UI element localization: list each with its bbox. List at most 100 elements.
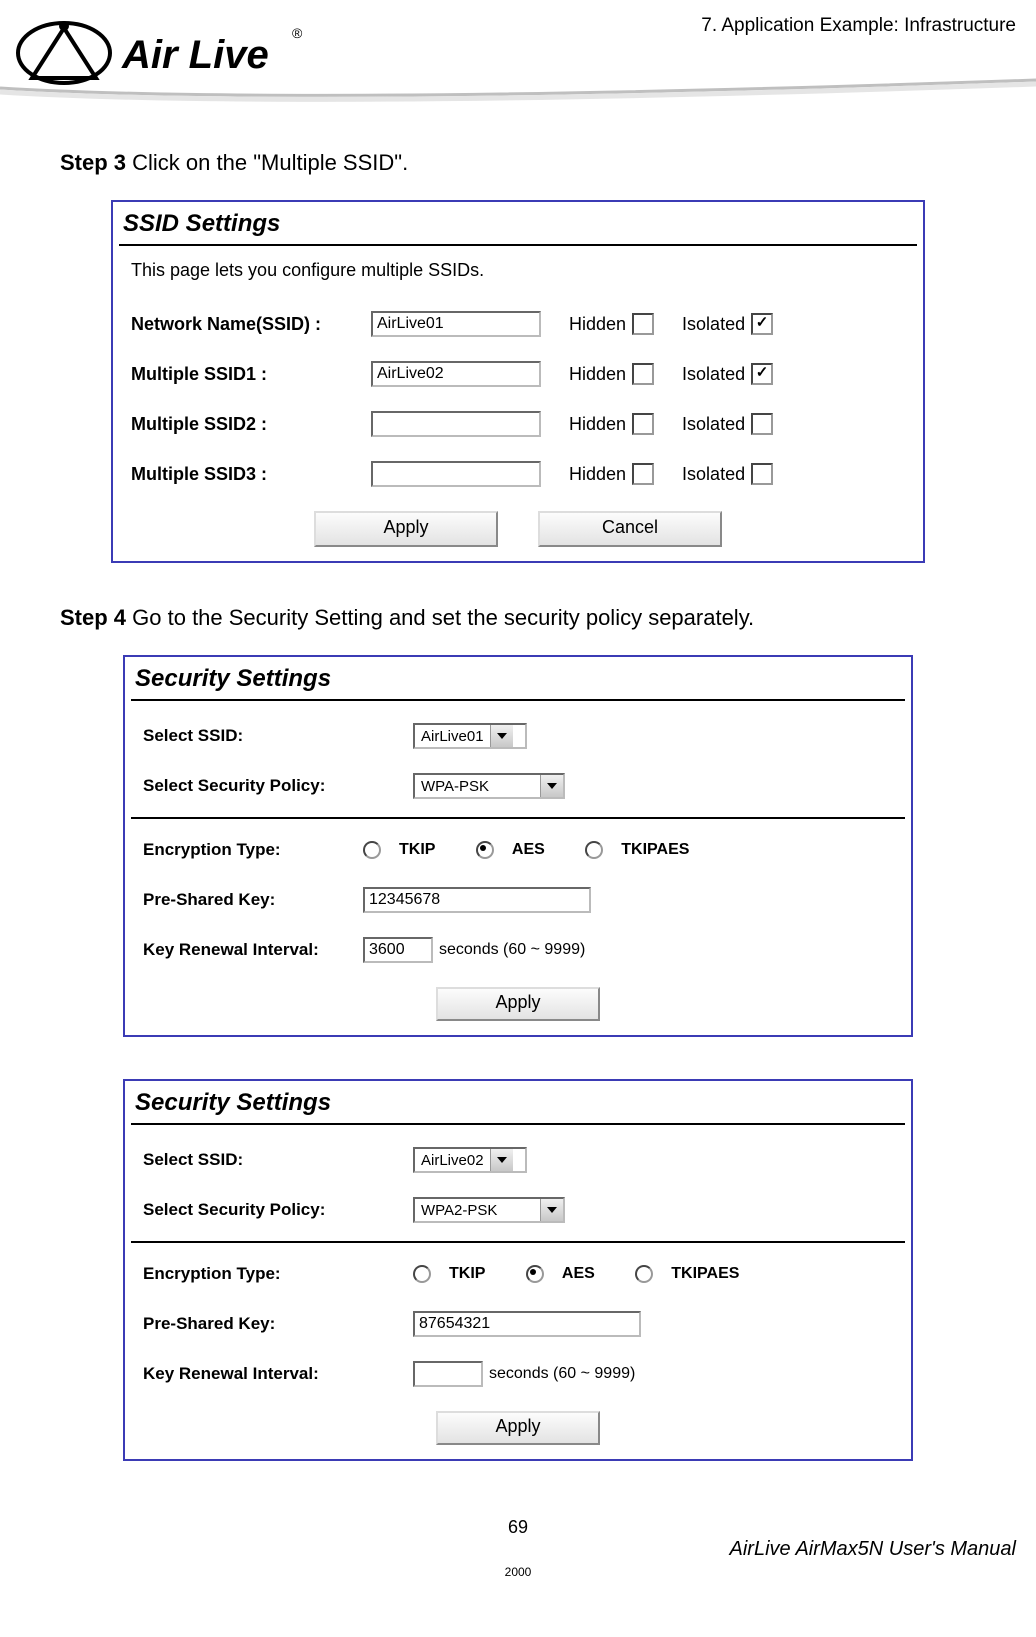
header-curve <box>0 78 1036 108</box>
hidden-checkbox-0[interactable] <box>632 313 654 335</box>
sec1-policy-select[interactable]: WPA-PSK <box>413 773 565 799</box>
sec2-row-ssid: Select SSID: AirLive02 <box>131 1135 905 1185</box>
svg-text:Air Live: Air Live <box>121 33 269 77</box>
step4-text: Go to the Security Setting and set the s… <box>126 605 754 630</box>
sec1-psk-input[interactable] <box>363 887 591 913</box>
hidden-label-2: Hidden <box>569 414 626 435</box>
isolated-label-0: Isolated <box>682 314 745 335</box>
security-title-1: Security Settings <box>131 661 905 701</box>
isolated-label-3: Isolated <box>682 464 745 485</box>
sec2-ssid-label: Select SSID: <box>143 1150 413 1170</box>
security-title-2: Security Settings <box>131 1085 905 1125</box>
ssid-input-0[interactable] <box>371 311 541 337</box>
isolated-checkbox-2[interactable] <box>751 413 773 435</box>
sec1-radio-tkipaes-label: TKIPAES <box>621 841 689 858</box>
sec2-policy-select[interactable]: WPA2-PSK <box>413 1197 565 1223</box>
sec2-policy-value: WPA2-PSK <box>415 1202 540 1219</box>
page-header: 7. Application Example: Infrastructure A… <box>0 0 1036 110</box>
chapter-title: 7. Application Example: Infrastructure <box>701 15 1016 37</box>
chevron-down-icon <box>540 775 563 797</box>
sec2-psk-input[interactable] <box>413 1311 641 1337</box>
isolated-label-1: Isolated <box>682 364 745 385</box>
ssid-label-0: Network Name(SSID) : <box>131 314 371 335</box>
sec1-row-renew: Key Renewal Interval: seconds (60 ~ 9999… <box>131 925 905 975</box>
chevron-down-icon <box>540 1199 563 1221</box>
sec1-enc-group: TKIP AES TKIPAES <box>363 841 725 859</box>
isolated-label-2: Isolated <box>682 414 745 435</box>
security-settings-panel-1: Security Settings Select SSID: AirLive01… <box>123 655 913 1037</box>
sec1-radio-tkipaes[interactable] <box>585 841 603 859</box>
sec1-row-ssid: Select SSID: AirLive01 <box>131 711 905 761</box>
sec2-enc-label: Encryption Type: <box>143 1264 413 1284</box>
isolated-checkbox-0[interactable]: ✓ <box>751 313 773 335</box>
separator <box>131 817 905 819</box>
ssid-row-1: Multiple SSID1 : Hidden Isolated ✓ <box>119 349 917 399</box>
step4-label: Step 4 <box>60 605 126 630</box>
svg-text:®: ® <box>292 25 303 41</box>
hidden-label-1: Hidden <box>569 364 626 385</box>
sec1-renew-input[interactable] <box>363 937 433 963</box>
sec2-renew-label: Key Renewal Interval: <box>143 1364 413 1384</box>
isolated-checkbox-1[interactable]: ✓ <box>751 363 773 385</box>
sec2-psk-label: Pre-Shared Key: <box>143 1314 413 1334</box>
sec2-policy-label: Select Security Policy: <box>143 1200 413 1220</box>
sec2-radio-tkipaes-label: TKIPAES <box>671 1265 739 1282</box>
sec2-renew-input[interactable] <box>413 1361 483 1387</box>
sec1-radio-aes[interactable] <box>476 841 494 859</box>
sec2-row-policy: Select Security Policy: WPA2-PSK <box>131 1185 905 1235</box>
sec1-row-psk: Pre-Shared Key: <box>131 875 905 925</box>
footer-small: 2000 <box>0 1565 1036 1579</box>
sec1-row-policy: Select Security Policy: WPA-PSK <box>131 761 905 811</box>
sec2-row-renew: Key Renewal Interval: seconds (60 ~ 9999… <box>131 1349 905 1399</box>
apply-button[interactable]: Apply <box>436 1411 600 1445</box>
sec1-row-enc: Encryption Type: TKIP AES TKIPAES <box>131 825 905 875</box>
ssid-label-3: Multiple SSID3 : <box>131 464 371 485</box>
step3-text: Click on the "Multiple SSID". <box>126 150 408 175</box>
ssid-row-3: Multiple SSID3 : Hidden Isolated <box>119 449 917 499</box>
cancel-button[interactable]: Cancel <box>538 511 722 547</box>
apply-button[interactable]: Apply <box>436 987 600 1021</box>
hidden-checkbox-3[interactable] <box>632 463 654 485</box>
sec2-enc-group: TKIP AES TKIPAES <box>413 1265 775 1283</box>
apply-button[interactable]: Apply <box>314 511 498 547</box>
ssid-settings-desc: This page lets you configure multiple SS… <box>119 256 917 299</box>
chevron-down-icon <box>490 1149 513 1171</box>
step3-line: Step 3 Click on the "Multiple SSID". <box>60 150 976 176</box>
sec1-radio-tkip[interactable] <box>363 841 381 859</box>
hidden-label-3: Hidden <box>569 464 626 485</box>
sec2-radio-aes-label: AES <box>562 1265 595 1282</box>
sec2-radio-tkip[interactable] <box>413 1265 431 1283</box>
sec2-row-psk: Pre-Shared Key: <box>131 1299 905 1349</box>
sec1-renew-label: Key Renewal Interval: <box>143 940 363 960</box>
ssid-buttons: Apply Cancel <box>119 499 917 555</box>
hidden-label-0: Hidden <box>569 314 626 335</box>
ssid-input-3[interactable] <box>371 461 541 487</box>
chevron-down-icon <box>490 725 513 747</box>
page-number: 69 <box>0 1517 1036 1538</box>
sec1-ssid-value: AirLive01 <box>415 728 490 745</box>
ssid-input-2[interactable] <box>371 411 541 437</box>
sec2-renew-unit: seconds (60 ~ 9999) <box>489 1365 635 1383</box>
hidden-checkbox-1[interactable] <box>632 363 654 385</box>
sec1-buttons: Apply <box>131 975 905 1029</box>
hidden-checkbox-2[interactable] <box>632 413 654 435</box>
sec2-radio-aes[interactable] <box>526 1265 544 1283</box>
sec1-policy-value: WPA-PSK <box>415 778 540 795</box>
sec1-enc-label: Encryption Type: <box>143 840 363 860</box>
sec2-buttons: Apply <box>131 1399 905 1453</box>
isolated-checkbox-3[interactable] <box>751 463 773 485</box>
sec1-renew-unit: seconds (60 ~ 9999) <box>439 941 585 959</box>
step4-line: Step 4 Go to the Security Setting and se… <box>60 605 976 631</box>
manual-title: AirLive AirMax5N User's Manual <box>0 1538 1036 1561</box>
sec2-row-enc: Encryption Type: TKIP AES TKIPAES <box>131 1249 905 1299</box>
sec2-ssid-value: AirLive02 <box>415 1152 490 1169</box>
sec2-radio-tkipaes[interactable] <box>635 1265 653 1283</box>
sec1-radio-tkip-label: TKIP <box>399 841 435 858</box>
ssid-row-0: Network Name(SSID) : Hidden Isolated ✓ <box>119 299 917 349</box>
ssid-input-1[interactable] <box>371 361 541 387</box>
sec2-ssid-select[interactable]: AirLive02 <box>413 1147 527 1173</box>
separator <box>131 1241 905 1243</box>
ssid-label-1: Multiple SSID1 : <box>131 364 371 385</box>
sec1-policy-label: Select Security Policy: <box>143 776 413 796</box>
sec1-ssid-select[interactable]: AirLive01 <box>413 723 527 749</box>
